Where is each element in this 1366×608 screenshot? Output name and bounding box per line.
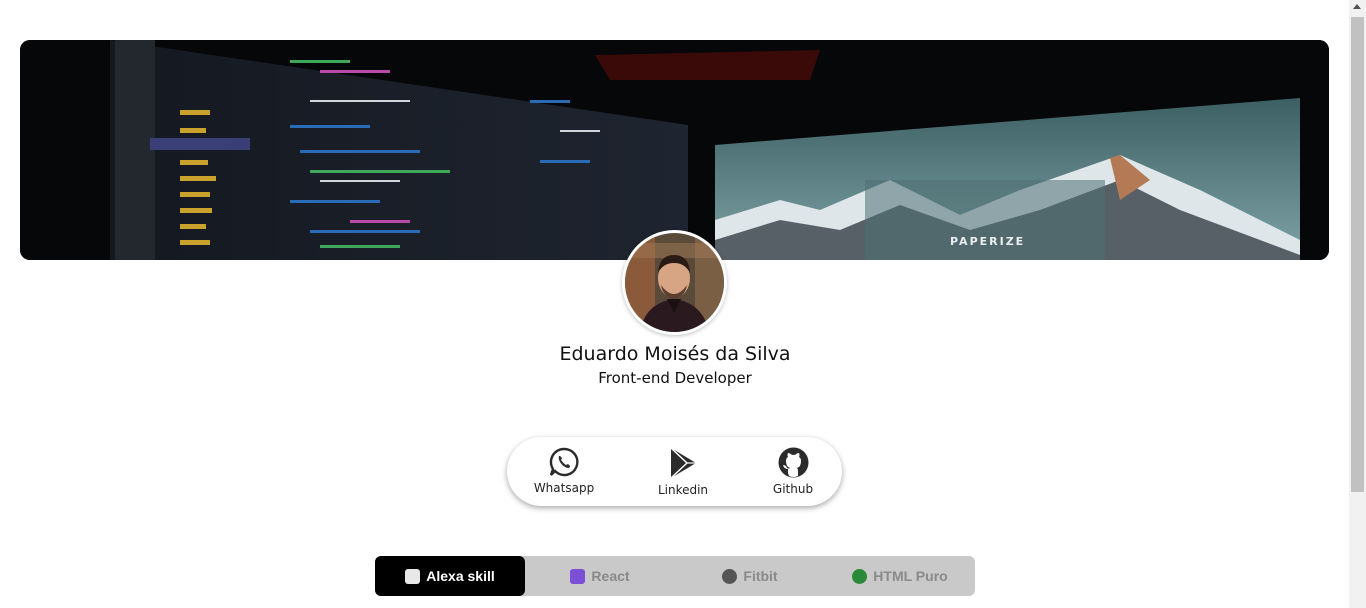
cover-banner-image: PAPERIZE — [20, 40, 1329, 260]
atom-icon — [570, 568, 586, 584]
linkedin-label: Linkedin — [657, 483, 709, 497]
robot-icon — [405, 568, 421, 584]
github-link[interactable]: Github — [753, 447, 833, 496]
tab-label: Alexa skill — [426, 568, 495, 584]
vertical-scrollbar[interactable] — [1349, 0, 1366, 608]
banner-screen-text: PAPERIZE — [950, 235, 1025, 248]
tab-alexa-skill[interactable]: Alexa skill — [375, 556, 525, 596]
tab-label: React — [591, 568, 630, 584]
github-label: Github — [772, 482, 814, 496]
tab-html-puro[interactable]: HTML Puro — [825, 556, 975, 596]
tab-label: Fitbit — [743, 568, 778, 584]
github-icon — [778, 447, 808, 478]
tab-label: HTML Puro — [873, 568, 948, 584]
whatsapp-label: Whatsapp — [533, 481, 595, 495]
tab-react[interactable]: React — [525, 556, 675, 596]
play-store-icon — [670, 447, 696, 479]
profile-name: Eduardo Moisés da Silva — [559, 343, 791, 365]
avatar — [622, 230, 727, 335]
tab-fitbit[interactable]: Fitbit — [675, 556, 825, 596]
whatsapp-link[interactable]: Whatsapp — [524, 447, 604, 495]
profile-photo — [625, 233, 724, 332]
project-tabs: Alexa skill React Fitbit HTML Puro — [375, 556, 975, 596]
scroll-thumb[interactable] — [1351, 17, 1364, 492]
scroll-up-arrow-icon[interactable] — [1353, 4, 1361, 9]
linkedin-link[interactable]: Linkedin — [643, 447, 723, 497]
whatsapp-icon — [549, 447, 579, 477]
social-links-card: Whatsapp Linkedin Github — [507, 437, 842, 506]
watch-icon — [722, 568, 738, 584]
profile-role: Front-end Developer — [598, 369, 752, 387]
globe-icon — [852, 568, 868, 584]
